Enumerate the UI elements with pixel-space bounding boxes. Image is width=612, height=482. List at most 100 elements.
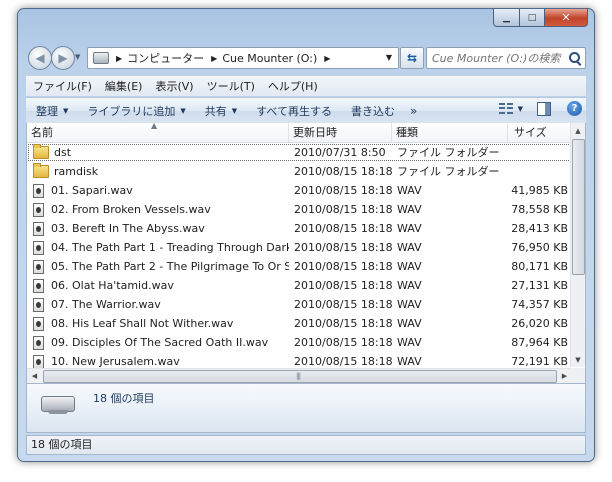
chevron-right-icon[interactable]: ▶ <box>116 54 122 63</box>
column-header-name[interactable]: ▲ 名前 <box>27 121 289 142</box>
file-type: WAV <box>397 241 422 254</box>
vertical-scrollbar[interactable]: ▲ ▼ <box>570 123 585 367</box>
chevron-right-icon[interactable]: ▶ <box>324 54 330 63</box>
refresh-icon: ⇆ <box>406 51 418 65</box>
file-date: 2010/08/15 18:18 <box>294 336 392 349</box>
menu-edit[interactable]: 編集(E) <box>98 78 149 94</box>
file-rows: dst 2010/07/31 8:50 ファイル フォルダー ramdisk 2010/… <box>27 143 572 371</box>
file-row[interactable]: 06. Olat Ha'tamid.wav 2010/08/15 18:18 WAV… <box>27 276 572 295</box>
forward-button[interactable]: ▶ <box>51 46 75 70</box>
scroll-up-button[interactable]: ▲ <box>571 123 585 138</box>
file-name: 05. The Path Part 2 - The Pilgrimage To … <box>51 260 289 273</box>
more-commands-button[interactable]: » <box>404 104 423 118</box>
status-item-count: 18 個の項目 <box>31 438 93 451</box>
file-name-cell[interactable]: 05. The Path Part 2 - The Pilgrimage To … <box>27 257 289 276</box>
file-name-cell[interactable]: dst <box>27 143 289 162</box>
scroll-corner <box>570 368 585 383</box>
file-size: 78,558 KB <box>511 203 568 216</box>
refresh-button[interactable]: ⇆ <box>400 47 424 69</box>
file-row[interactable]: 08. His Leaf Shall Not Wither.wav 2010/08… <box>27 314 572 333</box>
column-header-size[interactable]: サイズ <box>508 123 572 142</box>
column-header-name-label: 名前 <box>31 126 53 139</box>
details-item-count: 18 個の項目 <box>93 392 155 405</box>
menu-tools[interactable]: ツール(T) <box>200 78 261 94</box>
wav-icon <box>33 278 44 293</box>
wav-icon <box>33 335 44 350</box>
menu-file[interactable]: ファイル(F) <box>26 78 98 94</box>
file-name-cell[interactable]: 09. Disciples Of The Sacred Oath II.wav <box>27 333 289 352</box>
file-size: 80,171 KB <box>511 260 568 273</box>
file-size: 27,131 KB <box>511 279 568 292</box>
file-name-cell[interactable]: 04. The Path Part 1 - Treading Through D… <box>27 238 289 257</box>
menu-view[interactable]: 表示(V) <box>148 78 199 94</box>
file-name: 07. The Warrior.wav <box>51 298 161 311</box>
file-row[interactable]: 01. Sapari.wav 2010/08/15 18:18 WAV 41,985 … <box>27 181 572 200</box>
horizontal-scroll-thumb[interactable]: ||| <box>43 370 557 383</box>
share-label: 共有 <box>204 105 227 118</box>
breadcrumb-cue-mounter[interactable]: Cue Mounter (O:) <box>222 52 317 65</box>
file-list: ▲ 名前 更新日時 種類 サイズ dst 2010/07/31 8:50 ファイル … <box>26 121 586 383</box>
search-input[interactable] <box>430 50 572 66</box>
preview-pane-icon[interactable] <box>537 101 551 116</box>
share-button[interactable]: 共有 ▼ <box>195 103 246 119</box>
file-date: 2010/08/15 18:18 <box>294 260 392 273</box>
add-to-library-button[interactable]: ライブラリに追加 ▼ <box>77 103 194 119</box>
file-row[interactable]: 09. Disciples Of The Sacred Oath II.wav 2… <box>27 333 572 352</box>
file-row[interactable]: dst 2010/07/31 8:50 ファイル フォルダー <box>27 143 572 162</box>
view-dropdown-button[interactable]: ▼ <box>518 105 523 113</box>
grip-icon: ||| <box>296 372 301 380</box>
file-type: WAV <box>397 203 422 216</box>
recent-pages-dropdown[interactable]: ▼ <box>75 53 80 61</box>
scroll-left-button[interactable]: ◀ <box>27 369 42 383</box>
scroll-down-button[interactable]: ▼ <box>571 352 585 367</box>
help-icon[interactable]: ? <box>567 101 582 116</box>
file-name-cell[interactable]: 02. From Broken Vessels.wav <box>27 200 289 219</box>
chevron-right-icon[interactable]: ▶ <box>211 54 217 63</box>
maximize-button[interactable]: □ <box>520 9 545 27</box>
organize-button[interactable]: 整理 ▼ <box>26 103 77 119</box>
file-size: 76,950 KB <box>511 241 568 254</box>
file-row[interactable]: 02. From Broken Vessels.wav 2010/08/15 18… <box>27 200 572 219</box>
column-header-type[interactable]: 種類 <box>392 123 508 142</box>
file-size: 26,020 KB <box>511 317 568 330</box>
menu-help[interactable]: ヘルプ(H) <box>261 78 324 94</box>
file-size <box>508 143 572 162</box>
file-row[interactable]: 04. The Path Part 1 - Treading Through D… <box>27 238 572 257</box>
file-size <box>508 162 572 181</box>
file-row[interactable]: 03. Bereft In The Abyss.wav 2010/08/15 18… <box>27 219 572 238</box>
play-all-button[interactable]: すべて再生する <box>246 103 341 119</box>
file-name-cell[interactable]: ramdisk <box>27 162 289 181</box>
file-row[interactable]: 05. The Path Part 2 - The Pilgrimage To … <box>27 257 572 276</box>
wav-icon <box>33 221 44 236</box>
file-row[interactable]: 07. The Warrior.wav 2010/08/15 18:18 WAV 74… <box>27 295 572 314</box>
vertical-scroll-thumb[interactable] <box>572 139 585 275</box>
file-date: 2010/08/15 18:18 <box>294 203 392 216</box>
file-name-cell[interactable]: 06. Olat Ha'tamid.wav <box>27 276 289 295</box>
chevron-down-icon: ▼ <box>63 107 69 115</box>
folder-icon <box>33 163 49 178</box>
close-button[interactable]: ✕ <box>545 9 588 27</box>
address-bar[interactable]: ▶ コンピューター ▶ Cue Mounter (O:) ▶ ▼ <box>87 47 399 69</box>
file-name: ramdisk <box>54 165 99 178</box>
wav-icon <box>33 240 44 255</box>
file-row[interactable]: ramdisk 2010/08/15 18:18 ファイル フォルダー <box>27 162 572 181</box>
column-header-date[interactable]: 更新日時 <box>289 123 392 142</box>
file-name-cell[interactable]: 01. Sapari.wav <box>27 181 289 200</box>
file-name-cell[interactable]: 03. Bereft In The Abyss.wav <box>27 219 289 238</box>
file-name-cell[interactable]: 07. The Warrior.wav <box>27 295 289 314</box>
horizontal-scrollbar[interactable]: ◀ ||| ▶ <box>27 368 572 383</box>
file-type: WAV <box>397 222 422 235</box>
column-headers: ▲ 名前 更新日時 種類 サイズ <box>27 121 572 143</box>
file-name-cell[interactable]: 08. His Leaf Shall Not Wither.wav <box>27 314 289 333</box>
breadcrumb-computer[interactable]: コンピューター <box>127 50 204 66</box>
burn-button[interactable]: 書き込む <box>341 103 404 119</box>
view-details-icon[interactable] <box>498 103 513 114</box>
file-date: 2010/08/15 18:18 <box>294 241 392 254</box>
back-button[interactable]: ◀ <box>28 46 52 70</box>
wav-icon <box>33 202 44 217</box>
address-dropdown-button[interactable]: ▼ <box>386 53 392 62</box>
file-date: 2010/08/15 18:18 <box>294 184 392 197</box>
minimize-button[interactable]: ▁ <box>493 9 520 27</box>
search-icon[interactable] <box>569 52 580 63</box>
wav-icon <box>33 354 44 369</box>
